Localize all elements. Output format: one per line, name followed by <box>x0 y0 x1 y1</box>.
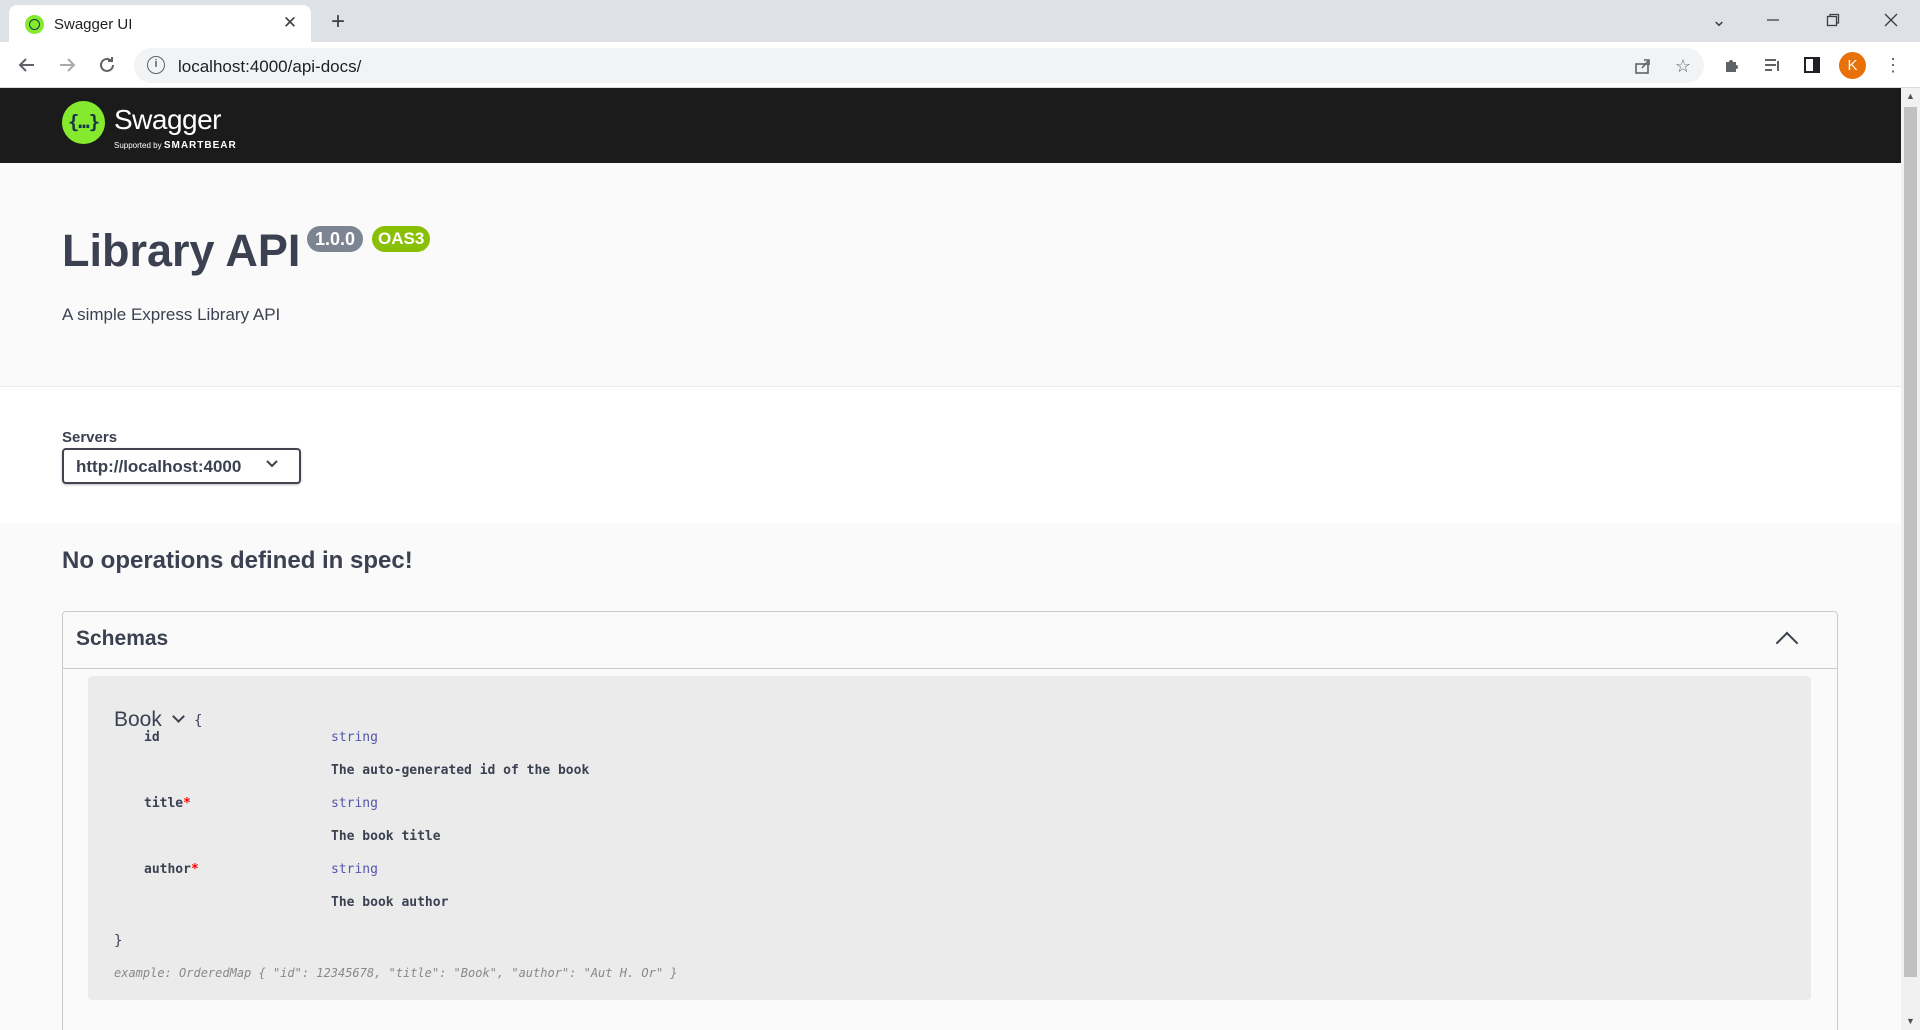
model-example: example: OrderedMap { "id": 12345678, "t… <box>114 966 678 980</box>
logo-sub-brand: SMARTBEAR <box>163 140 237 151</box>
browser-toolbar: i localhost:4000/api-docs/ ☆ K ⋮ <box>0 42 1920 88</box>
tab-search-icon[interactable]: ⌄ <box>1696 0 1742 40</box>
property-name-text: title <box>144 796 184 811</box>
property-type-id: string <box>331 730 378 745</box>
oas-badge: OAS3 <box>372 226 431 252</box>
chevron-down-icon[interactable] <box>265 456 279 474</box>
scroll-up-arrow-icon[interactable]: ▲ <box>1901 88 1920 105</box>
swagger-logo-icon[interactable]: {…} <box>62 101 105 144</box>
new-tab-button[interactable]: + <box>324 8 352 36</box>
servers-selected-value[interactable]: http://localhost:4000 <box>76 457 241 477</box>
forward-arrow-icon[interactable] <box>51 49 83 81</box>
tab-title: Swagger UI <box>54 16 133 33</box>
model-close-brace: } <box>114 933 123 949</box>
property-name-author: author* <box>144 862 199 877</box>
swagger-favicon-icon <box>25 15 44 34</box>
site-info-icon[interactable]: i <box>147 56 165 74</box>
api-info-section: Library API 1.0.0 OAS3 A simple Express … <box>0 163 1901 387</box>
browser-tabstrip: Swagger UI ✕ + ⌄ <box>0 0 1920 42</box>
property-name-id: id <box>144 730 160 745</box>
page-viewport: {…} Swagger Supported by SMARTBEAR Libra… <box>0 88 1901 1030</box>
address-url[interactable]: localhost:4000/api-docs/ <box>178 57 361 77</box>
reading-list-icon[interactable] <box>1758 51 1786 79</box>
side-panel-icon[interactable] <box>1798 51 1826 79</box>
schemas-section: Schemas Book { id string The auto-genera… <box>62 611 1838 1030</box>
profile-avatar[interactable]: K <box>1839 52 1866 79</box>
version-badge: 1.0.0 <box>307 226 364 252</box>
scroll-down-arrow-icon[interactable]: ▼ <box>1901 1013 1920 1030</box>
bookmark-star-icon[interactable]: ☆ <box>1670 53 1696 79</box>
property-name-title: title* <box>144 796 191 811</box>
required-asterisk: * <box>183 796 191 811</box>
property-description-author: The book author <box>331 895 449 910</box>
extensions-puzzle-icon[interactable] <box>1718 51 1746 79</box>
api-description: A simple Express Library API <box>62 305 281 324</box>
close-window-button[interactable] <box>1868 0 1914 40</box>
more-menu-icon[interactable]: ⋮ <box>1879 51 1907 79</box>
required-asterisk: * <box>190 862 199 877</box>
model-open-brace: { <box>194 713 203 729</box>
restore-button[interactable] <box>1810 0 1856 40</box>
minimize-button[interactable] <box>1750 0 1796 40</box>
reload-icon[interactable] <box>91 49 123 81</box>
schemas-title[interactable]: Schemas <box>76 627 168 651</box>
property-description-id: The auto-generated id of the book <box>331 763 590 778</box>
model-name[interactable]: Book <box>114 708 162 732</box>
model-book: Book { id string The auto-generated id o… <box>88 676 1811 1000</box>
main-content: No operations defined in spec! Schemas B… <box>0 523 1901 1030</box>
property-name-text: id <box>144 730 160 745</box>
servers-label: Servers <box>62 429 118 446</box>
browser-tab-active[interactable]: Swagger UI ✕ <box>9 5 311 42</box>
schemas-header[interactable]: Schemas <box>63 612 1837 669</box>
property-type-title: string <box>331 796 378 811</box>
property-description-title: The book title <box>331 829 441 844</box>
logo-sub-prefix: Supported by <box>114 141 162 150</box>
servers-section: Servers http://localhost:4000 <box>0 387 1901 523</box>
servers-select[interactable]: http://localhost:4000 <box>62 448 301 484</box>
swagger-logo-subtitle: Supported by SMARTBEAR <box>114 140 237 151</box>
chevron-down-icon[interactable] <box>172 712 186 726</box>
back-arrow-icon[interactable] <box>11 49 43 81</box>
property-name-text: author <box>144 862 191 877</box>
page-scrollbar[interactable]: ▲ ▼ <box>1901 88 1920 1030</box>
property-type-author: string <box>331 862 378 877</box>
chevron-up-icon[interactable] <box>1773 624 1801 652</box>
swagger-logo-text[interactable]: Swagger <box>114 104 222 136</box>
swagger-topbar: {…} Swagger Supported by SMARTBEAR <box>0 88 1901 163</box>
close-tab-icon[interactable]: ✕ <box>279 12 301 34</box>
scroll-thumb[interactable] <box>1904 107 1917 977</box>
address-bar[interactable]: i localhost:4000/api-docs/ ☆ <box>134 48 1704 83</box>
share-icon[interactable] <box>1630 53 1656 79</box>
no-operations-message: No operations defined in spec! <box>62 547 413 574</box>
api-title: Library API <box>62 225 301 276</box>
